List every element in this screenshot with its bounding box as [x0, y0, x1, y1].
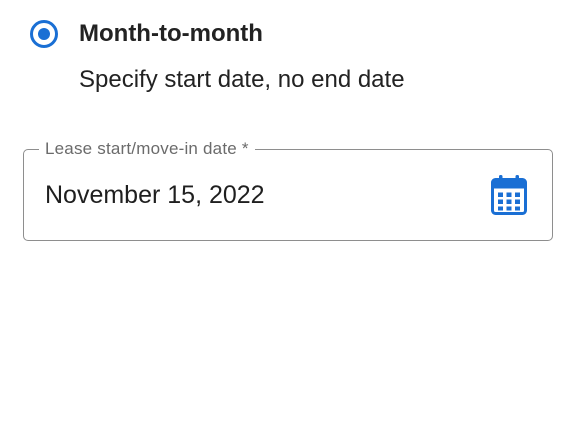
month-to-month-description: Specify start date, no end date [79, 66, 405, 93]
lease-start-date-label: Lease start/move-in date * [39, 139, 255, 159]
month-to-month-label[interactable]: Month-to-month [79, 20, 263, 48]
lease-start-date-value[interactable]: November 15, 2022 [45, 181, 265, 210]
month-to-month-radio-option[interactable]: Month-to-month Specify start date, no en… [30, 18, 550, 98]
month-to-month-radio-button[interactable] [30, 20, 58, 48]
radio-selected-dot [38, 28, 50, 40]
calendar-picker-button[interactable] [490, 174, 528, 216]
calendar-icon [491, 175, 527, 215]
lease-start-date-field[interactable]: Lease start/move-in date * November 15, … [23, 139, 553, 241]
page: Month-to-month Specify start date, no en… [0, 0, 576, 432]
